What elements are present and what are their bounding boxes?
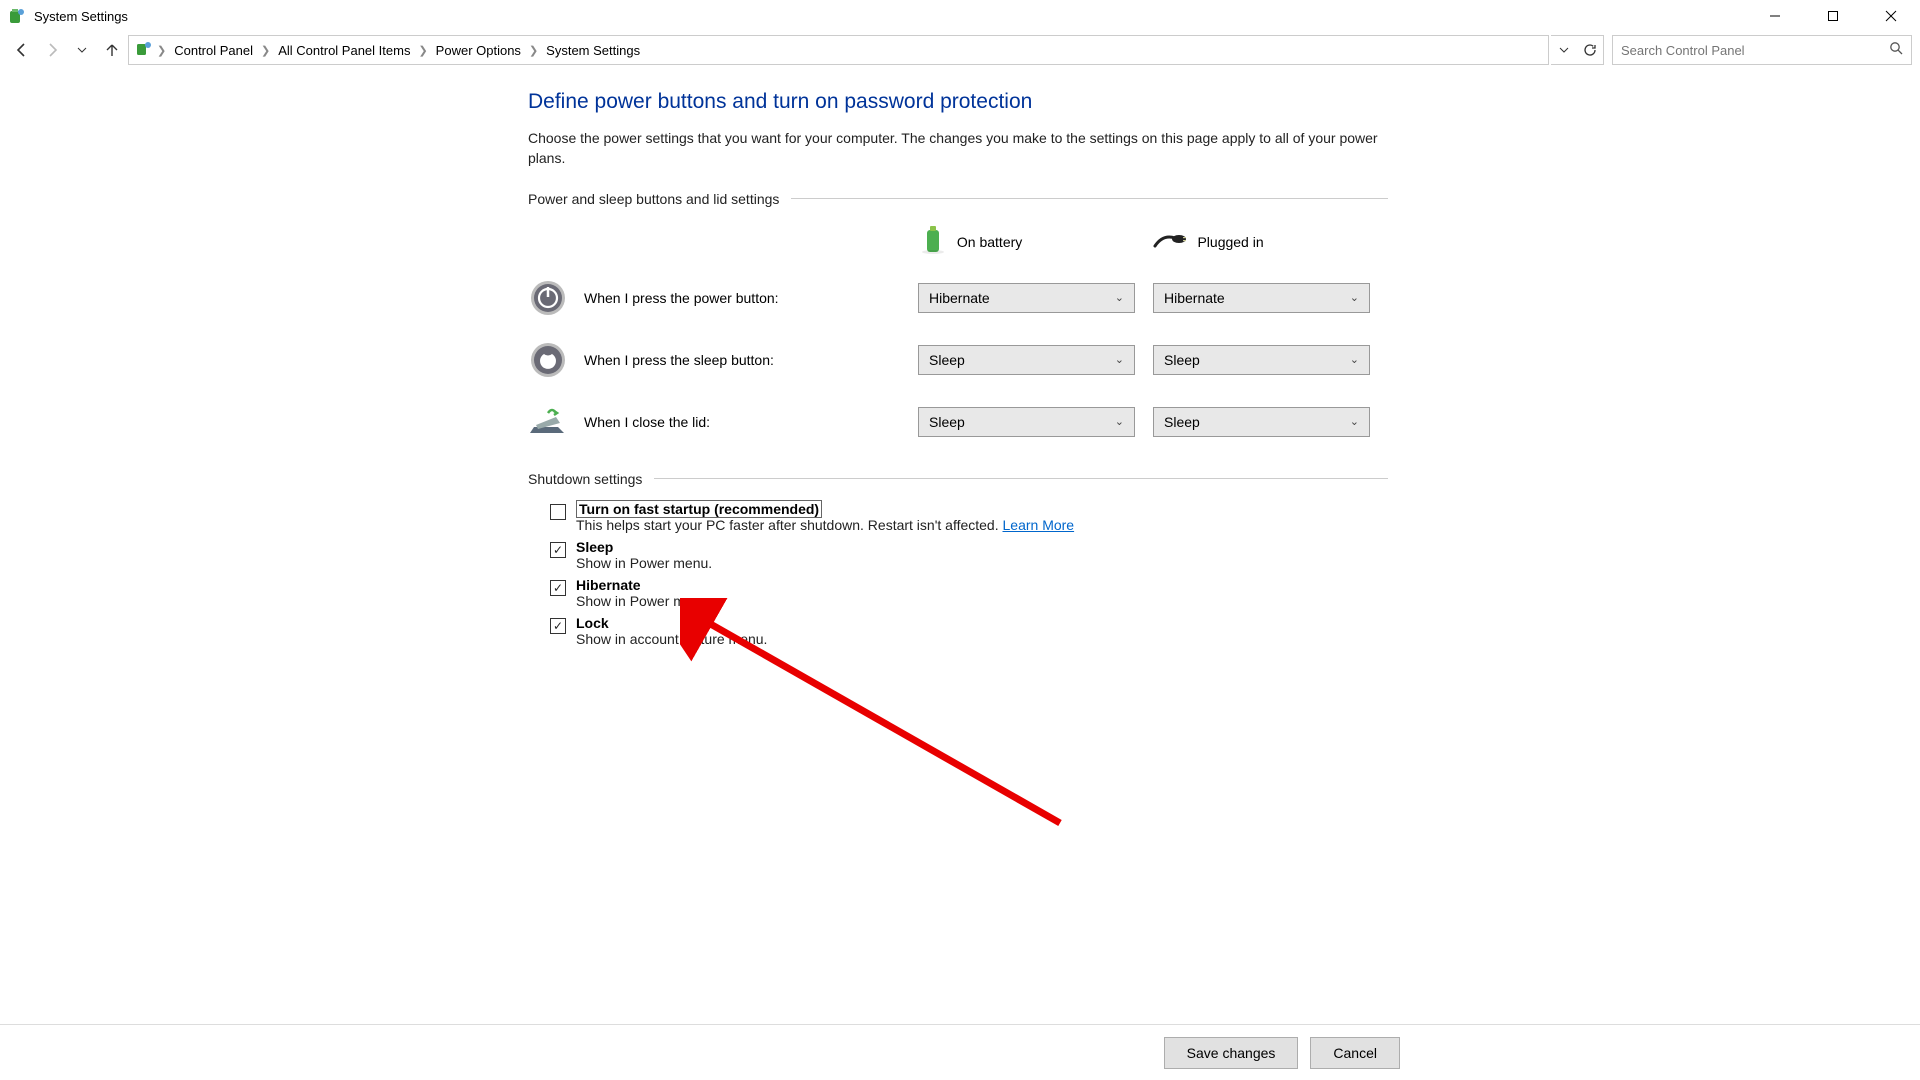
fast-startup-checkbox[interactable]	[550, 504, 566, 520]
sleep-button-battery-select[interactable]: Sleep⌄	[918, 345, 1135, 375]
recent-dropdown[interactable]	[68, 36, 96, 64]
footer: Save changes Cancel	[0, 1024, 1920, 1080]
breadcrumb-item[interactable]: All Control Panel Items	[274, 41, 414, 60]
row-label: When I press the power button:	[584, 290, 779, 306]
laptop-lid-icon	[528, 402, 568, 442]
chevron-down-icon: ⌄	[1350, 415, 1359, 428]
sleep-label[interactable]: Sleep	[576, 539, 613, 555]
page-subtitle: Choose the power settings that you want …	[528, 128, 1378, 169]
titlebar: System Settings	[0, 0, 1920, 32]
sleep-checkbox[interactable]	[550, 542, 566, 558]
window-title: System Settings	[34, 9, 1746, 24]
maximize-button[interactable]	[1804, 0, 1862, 32]
chevron-down-icon: ⌄	[1115, 291, 1124, 304]
hibernate-checkbox[interactable]	[550, 580, 566, 596]
address-history-dropdown[interactable]	[1551, 36, 1577, 64]
sleep-button-icon	[528, 340, 568, 380]
address-bar[interactable]: ❯ Control Panel ❯ All Control Panel Item…	[128, 35, 1549, 65]
lock-desc: Show in account picture menu.	[576, 631, 767, 647]
breadcrumb-item[interactable]: Control Panel	[170, 41, 257, 60]
col-plugged-label: Plugged in	[1197, 234, 1263, 250]
row-label: When I close the lid:	[584, 414, 710, 430]
row-label: When I press the sleep button:	[584, 352, 774, 368]
lock-checkbox[interactable]	[550, 618, 566, 634]
up-button[interactable]	[98, 36, 126, 64]
lock-label[interactable]: Lock	[576, 615, 609, 631]
breadcrumb-item[interactable]: System Settings	[542, 41, 644, 60]
lid-battery-select[interactable]: Sleep⌄	[918, 407, 1135, 437]
plug-icon	[1153, 230, 1187, 253]
hibernate-option-row: Hibernate Show in Power menu.	[528, 573, 1388, 611]
save-button[interactable]: Save changes	[1164, 1037, 1299, 1069]
power-button-plugged-select[interactable]: Hibernate⌄	[1153, 283, 1370, 313]
app-icon	[8, 7, 26, 25]
navbar: ❯ Control Panel ❯ All Control Panel Item…	[0, 32, 1920, 68]
breadcrumb-item[interactable]: Power Options	[432, 41, 525, 60]
battery-icon	[919, 224, 947, 259]
fast-startup-label[interactable]: Turn on fast startup (recommended)	[576, 500, 822, 518]
fast-startup-desc: This helps start your PC faster after sh…	[576, 517, 1003, 533]
chevron-right-icon: ❯	[261, 44, 270, 57]
chevron-right-icon: ❯	[529, 44, 538, 57]
page-title: Define power buttons and turn on passwor…	[528, 90, 1388, 114]
lid-close-row: When I close the lid: Sleep⌄ Sleep⌄	[528, 391, 1388, 453]
refresh-button[interactable]	[1577, 36, 1603, 64]
close-button[interactable]	[1862, 0, 1920, 32]
back-button[interactable]	[8, 36, 36, 64]
control-panel-icon	[135, 40, 153, 61]
power-button-icon	[528, 278, 568, 318]
search-icon[interactable]	[1889, 41, 1903, 60]
sleep-button-row: When I press the sleep button: Sleep⌄ Sl…	[528, 329, 1388, 391]
lid-plugged-select[interactable]: Sleep⌄	[1153, 407, 1370, 437]
chevron-down-icon: ⌄	[1115, 353, 1124, 366]
chevron-right-icon: ❯	[418, 44, 427, 57]
hibernate-label[interactable]: Hibernate	[576, 577, 641, 593]
lock-option-row: Lock Show in account picture menu.	[528, 611, 1388, 649]
sleep-option-row: Sleep Show in Power menu.	[528, 535, 1388, 573]
search-box[interactable]	[1612, 35, 1912, 65]
learn-more-link[interactable]: Learn More	[1003, 517, 1075, 533]
column-headers: On battery Plugged in	[528, 217, 1388, 267]
power-button-row: When I press the power button: Hibernate…	[528, 267, 1388, 329]
power-button-battery-select[interactable]: Hibernate⌄	[918, 283, 1135, 313]
fast-startup-row: Turn on fast startup (recommended) This …	[528, 497, 1388, 535]
chevron-down-icon: ⌄	[1350, 291, 1359, 304]
minimize-button[interactable]	[1746, 0, 1804, 32]
forward-button[interactable]	[38, 36, 66, 64]
chevron-down-icon: ⌄	[1115, 415, 1124, 428]
col-battery-label: On battery	[957, 234, 1022, 250]
section-shutdown: Shutdown settings	[528, 471, 1388, 487]
section-power-buttons: Power and sleep buttons and lid settings	[528, 191, 1388, 207]
chevron-right-icon: ❯	[157, 44, 166, 57]
content-area: Define power buttons and turn on passwor…	[0, 70, 1920, 1024]
hibernate-desc: Show in Power menu.	[576, 593, 712, 609]
sleep-button-plugged-select[interactable]: Sleep⌄	[1153, 345, 1370, 375]
search-input[interactable]	[1621, 43, 1889, 58]
sleep-desc: Show in Power menu.	[576, 555, 712, 571]
chevron-down-icon: ⌄	[1350, 353, 1359, 366]
cancel-button[interactable]: Cancel	[1310, 1037, 1400, 1069]
